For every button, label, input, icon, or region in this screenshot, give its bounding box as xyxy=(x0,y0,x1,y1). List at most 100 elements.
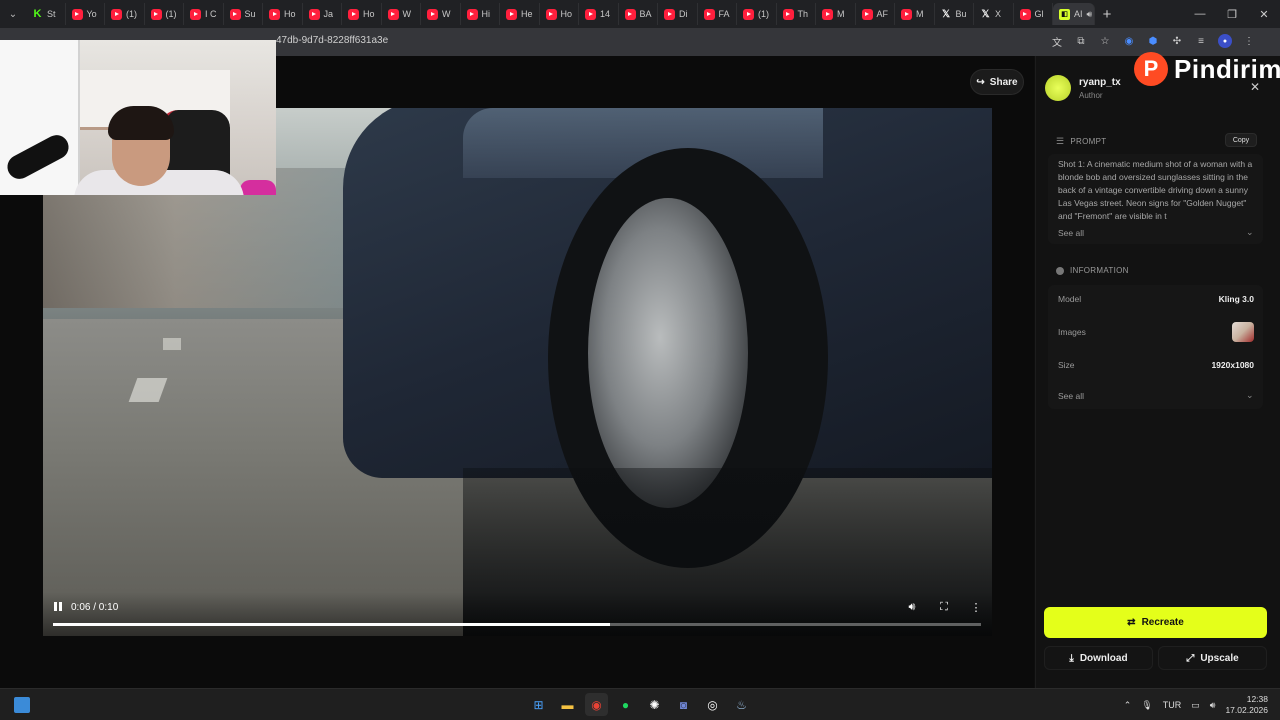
browser-tab[interactable]: W xyxy=(421,3,461,25)
profile-avatar-icon[interactable]: ● xyxy=(1218,34,1232,48)
windows-taskbar: ⊞ ▬ ◉ ● ✺ ◙ ◎ ♨ ⌃ 🎙︎ TUR ▭ 🔊︎ 12:38 17.0… xyxy=(0,688,1280,720)
upscale-button[interactable]: ⤢ Upscale xyxy=(1158,646,1267,670)
prompt-see-all-link[interactable]: See all xyxy=(1058,228,1084,238)
browser-tab[interactable]: 𝕏 Bu xyxy=(935,3,974,25)
extension-shield-icon[interactable]: ⬢ xyxy=(1146,34,1160,48)
volume-icon[interactable]: 🔊︎ xyxy=(905,600,919,614)
tab-title: Gl xyxy=(1034,9,1044,19)
extensions-puzzle-icon[interactable]: ✣ xyxy=(1170,34,1184,48)
tab-title: (1) xyxy=(758,9,769,19)
browser-tab[interactable]: Ho xyxy=(342,3,382,25)
tab-title: Di xyxy=(679,9,688,19)
youtube-icon xyxy=(308,8,320,20)
tray-overflow-icon[interactable]: ⌃ xyxy=(1124,700,1132,711)
prompt-heading-label: PROMPT xyxy=(1070,137,1107,146)
browser-tab[interactable]: 14 xyxy=(579,3,619,25)
network-icon[interactable]: ▭ xyxy=(1191,700,1200,711)
video-progress-bar[interactable] xyxy=(53,623,981,626)
download-button[interactable]: ⤓ Download xyxy=(1044,646,1153,670)
clock[interactable]: 12:38 17.02.2026 xyxy=(1225,694,1268,716)
reference-image-thumbnail[interactable] xyxy=(1232,322,1254,342)
browser-tab[interactable]: BA xyxy=(619,3,658,25)
ai-site-icon: ◧ xyxy=(1059,8,1070,20)
steam-icon[interactable]: ♨ xyxy=(730,693,753,716)
info-value: 1920x1080 xyxy=(1211,360,1254,370)
close-window-icon[interactable]: ✕ xyxy=(1248,0,1280,28)
chevron-down-icon[interactable]: ⌄ xyxy=(1246,390,1254,401)
volume-tray-icon[interactable]: 🔊︎ xyxy=(1210,700,1216,711)
browser-tab[interactable]: (1) xyxy=(145,3,184,25)
browser-tab[interactable]: Su xyxy=(224,3,263,25)
microphone-icon[interactable]: 🎙︎ xyxy=(1141,700,1152,711)
tab-search-icon[interactable]: ⌄ xyxy=(0,0,26,28)
details-panel: ryanp_tx Author ✕ P Pindirim ☰ PROMPT Co… xyxy=(1035,52,1280,688)
browser-tab[interactable]: ◧AI🔊︎✕ xyxy=(1053,3,1095,25)
x-icon: 𝕏 xyxy=(981,8,990,20)
fullscreen-icon[interactable]: ⛶ xyxy=(937,600,951,614)
more-options-icon[interactable]: ⋮ xyxy=(969,600,983,614)
bookmark-star-icon[interactable]: ☆ xyxy=(1098,34,1112,48)
author-name[interactable]: ryanp_tx xyxy=(1079,77,1121,88)
browser-tab[interactable]: K St xyxy=(26,3,66,25)
webcam-person-hair xyxy=(108,106,174,140)
discord-icon[interactable]: ◙ xyxy=(672,693,695,716)
browser-tab[interactable]: (1) xyxy=(105,3,145,25)
tab-title: W xyxy=(402,9,412,19)
browser-tab[interactable]: Gl xyxy=(1014,3,1053,25)
youtube-icon xyxy=(624,8,636,20)
tab-audio-icon[interactable]: 🔊︎ xyxy=(1087,9,1093,20)
browser-tab[interactable]: 𝕏X xyxy=(974,3,1014,25)
browser-tab[interactable]: Ja xyxy=(303,3,342,25)
webcam-pillow xyxy=(240,180,276,195)
browser-tab[interactable]: He xyxy=(500,3,540,25)
kick-icon: K xyxy=(33,8,42,20)
tab-title: FA xyxy=(718,9,730,19)
tab-title: He xyxy=(521,9,533,19)
youtube-icon xyxy=(229,8,241,20)
information-heading: INFORMATION xyxy=(1056,266,1129,275)
browser-tab[interactable]: I C xyxy=(184,3,224,25)
translate-icon[interactable]: 文 xyxy=(1050,34,1064,49)
share-label: Share xyxy=(989,76,1018,88)
language-indicator[interactable]: TUR xyxy=(1163,700,1182,710)
recreate-button[interactable]: ⇄ Recreate xyxy=(1044,607,1267,638)
obs-icon[interactable]: ◎ xyxy=(701,693,724,716)
copy-button[interactable]: Copy xyxy=(1225,133,1257,147)
chevron-down-icon[interactable]: ⌄ xyxy=(1246,227,1254,238)
browser-tab[interactable]: Yo xyxy=(66,3,105,25)
youtube-icon xyxy=(150,8,162,20)
browser-tab[interactable]: Ho xyxy=(263,3,303,25)
media-control-icon[interactable]: ≡ xyxy=(1194,34,1208,48)
tab-title: AF xyxy=(876,9,889,19)
chrome-icon[interactable]: ◉ xyxy=(585,693,608,716)
browser-tab[interactable]: Th xyxy=(777,3,816,25)
browser-tab[interactable]: AF xyxy=(856,3,895,25)
browser-tab[interactable]: Ho xyxy=(540,3,579,25)
browser-tab[interactable]: FA xyxy=(698,3,737,25)
browser-tab[interactable]: W xyxy=(382,3,421,25)
share-button[interactable]: ↪ Share xyxy=(970,69,1024,95)
browser-tab[interactable]: (1) xyxy=(737,3,777,25)
openai-icon[interactable]: ✺ xyxy=(643,693,666,716)
browser-menu-icon[interactable]: ⋮ xyxy=(1242,34,1256,48)
pause-icon[interactable] xyxy=(54,602,66,614)
prompt-text: Shot 1: A cinematic medium shot of a wom… xyxy=(1058,159,1253,220)
address-bar[interactable]: 47db-9d7d-8228ff631a3e xyxy=(276,35,388,46)
taskbar-apps: ⊞ ▬ ◉ ● ✺ ◙ ◎ ♨ xyxy=(527,693,753,716)
widgets-icon[interactable] xyxy=(14,697,30,713)
spotify-icon[interactable]: ● xyxy=(614,693,637,716)
start-menu-icon[interactable]: ⊞ xyxy=(527,693,550,716)
info-key: Size xyxy=(1058,360,1075,370)
minimize-icon[interactable]: — xyxy=(1184,0,1216,28)
new-tab-button[interactable]: + xyxy=(1095,6,1119,23)
author-avatar[interactable] xyxy=(1045,75,1071,101)
restore-icon[interactable]: ❐ xyxy=(1216,0,1248,28)
browser-tab[interactable]: Hi xyxy=(461,3,500,25)
extension-audio-icon[interactable]: ◉ xyxy=(1122,34,1136,48)
browser-tab[interactable]: M xyxy=(895,3,935,25)
install-app-icon[interactable]: ⧉ xyxy=(1074,34,1088,48)
info-see-all-link[interactable]: See all xyxy=(1058,391,1084,401)
browser-tab[interactable]: Di xyxy=(658,3,698,25)
browser-tab[interactable]: M xyxy=(816,3,856,25)
file-explorer-icon[interactable]: ▬ xyxy=(556,693,579,716)
